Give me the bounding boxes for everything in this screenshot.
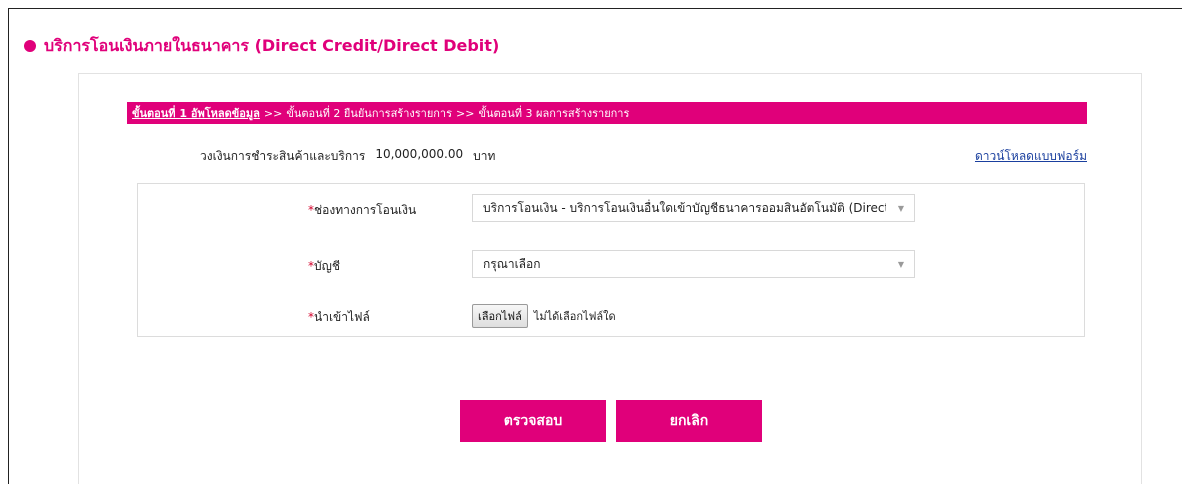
channel-label-text: ช่องทางการโอนเงิน [314, 203, 417, 217]
bullet-icon [24, 40, 36, 52]
channel-select[interactable]: บริการโอนเงิน - บริการโอนเงินอื่นใดเข้าบ… [472, 194, 915, 222]
choose-file-button[interactable]: เลือกไฟล์ [472, 304, 528, 328]
account-label: *บัญชี [308, 257, 340, 276]
account-label-text: บัญชี [314, 259, 340, 273]
channel-select-value: บริการโอนเงิน - บริการโอนเงินอื่นใดเข้าบ… [483, 200, 886, 215]
account-select[interactable]: กรุณาเลือก ▼ [472, 250, 915, 278]
file-label: *นำเข้าไฟล์ [308, 308, 370, 327]
check-button[interactable]: ตรวจสอบ [460, 400, 606, 442]
file-input: เลือกไฟล์ ไม่ได้เลือกไฟล์ใด [472, 304, 616, 328]
steps-bar: ขั้นตอนที่ 1 อัพโหลดข้อมูล >> ขั้นตอนที่… [127, 102, 1087, 124]
step-separator: >> [263, 106, 283, 120]
payment-limit-label: วงเงินการชำระสินค้าและบริการ [200, 149, 366, 163]
download-form-link[interactable]: ดาวน์โหลดแบบฟอร์ม [975, 147, 1087, 166]
step-2: ขั้นตอนที่ 2 ยืนยันการสร้างรายการ [286, 107, 453, 120]
step-separator: >> [456, 106, 475, 120]
chevron-down-icon: ▼ [897, 259, 904, 269]
account-select-value: กรุณาเลือก [483, 256, 541, 271]
payment-limit-unit: บาท [473, 149, 496, 163]
payment-limit-amount: 10,000,000.00 [375, 147, 464, 161]
cancel-button[interactable]: ยกเลิก [616, 400, 762, 442]
chevron-down-icon: ▼ [897, 203, 904, 213]
section-header: บริการโอนเงินภายในธนาคาร (Direct Credit/… [24, 34, 499, 58]
step-3: ขั้นตอนที่ 3 ผลการสร้างรายการ [478, 107, 630, 120]
section-title: บริการโอนเงินภายในธนาคาร (Direct Credit/… [44, 35, 500, 55]
file-label-text: นำเข้าไฟล์ [314, 310, 370, 324]
step-1-current: ขั้นตอนที่ 1 อัพโหลดข้อมูล [132, 107, 260, 120]
payment-limit: วงเงินการชำระสินค้าและบริการ 10,000,000.… [200, 147, 495, 166]
channel-label: *ช่องทางการโอนเงิน [308, 201, 416, 220]
file-status: ไม่ได้เลือกไฟล์ใด [533, 310, 616, 323]
